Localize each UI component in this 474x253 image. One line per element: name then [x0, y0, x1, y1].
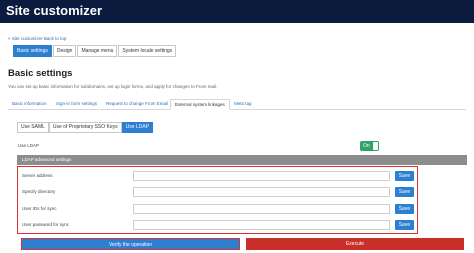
top-header-bar: Site customizer — [0, 0, 474, 23]
save-specify-directory-button[interactable]: Save — [395, 187, 414, 197]
specify-directory-label: Specify directory — [22, 189, 56, 194]
tab-external-system-linkages[interactable]: External system linkages — [170, 99, 230, 110]
save-user-password-for-sync-button[interactable]: Save — [395, 220, 414, 230]
user-password-for-sync-label: User password for sync — [22, 222, 70, 227]
ldap-advanced-settings-header: LDAP advanced settings — [17, 155, 467, 165]
app-title: Site customizer — [6, 3, 103, 18]
specify-directory-input[interactable] — [133, 187, 390, 197]
verify-operation-button[interactable]: Verify the operation — [21, 238, 240, 250]
server-address-input[interactable] — [133, 171, 390, 181]
user-ids-for-sync-input[interactable] — [133, 204, 390, 214]
use-ldap-toggle[interactable]: On — [360, 141, 379, 151]
tab-design[interactable]: Design — [52, 45, 77, 57]
tab-use-ldap[interactable]: Use LDAP — [121, 122, 153, 133]
execute-button[interactable]: Execute — [246, 238, 464, 250]
auth-method-tabs: Use SAML Use of Proprietary SSO Keys Use… — [17, 122, 153, 133]
server-address-label: Server address — [22, 173, 53, 178]
tab-request-change-from-email[interactable]: Request to change From Email — [102, 99, 172, 110]
breadcrumb-back-link[interactable]: < Site customizer Back to top — [8, 36, 66, 41]
tab-basic-settings[interactable]: Basic settings — [13, 45, 52, 57]
save-server-address-button[interactable]: Save — [395, 171, 414, 181]
tab-system-locale-settings[interactable]: System locale settings — [118, 45, 177, 57]
use-ldap-label: Use LDAP — [18, 143, 40, 148]
user-ids-for-sync-label: User IDs for sync — [22, 206, 57, 211]
tab-use-saml[interactable]: Use SAML — [17, 122, 49, 133]
section-title: LDAP advanced settings — [22, 157, 72, 162]
sub-tab-bar: Basic information Sign-in form settings … — [8, 99, 466, 110]
user-password-for-sync-input[interactable] — [133, 220, 390, 230]
page-description: You can set up basic information for sub… — [8, 84, 218, 89]
tab-basic-information[interactable]: Basic information — [8, 99, 51, 110]
save-user-ids-for-sync-button[interactable]: Save — [395, 204, 414, 214]
tab-manage-menu[interactable]: Manage menu — [77, 45, 118, 57]
tab-meta-tag[interactable]: Meta tag — [230, 99, 256, 110]
top-tab-bar: Basic settings Design Manage menu System… — [13, 45, 177, 58]
tab-sign-in-form-settings[interactable]: Sign-in form settings — [52, 99, 101, 110]
tab-use-proprietary-sso-keys[interactable]: Use of Proprietary SSO Keys — [48, 122, 122, 133]
page-title: Basic settings — [8, 68, 73, 79]
toggle-knob — [373, 142, 378, 150]
toggle-state-text: On — [363, 143, 370, 149]
